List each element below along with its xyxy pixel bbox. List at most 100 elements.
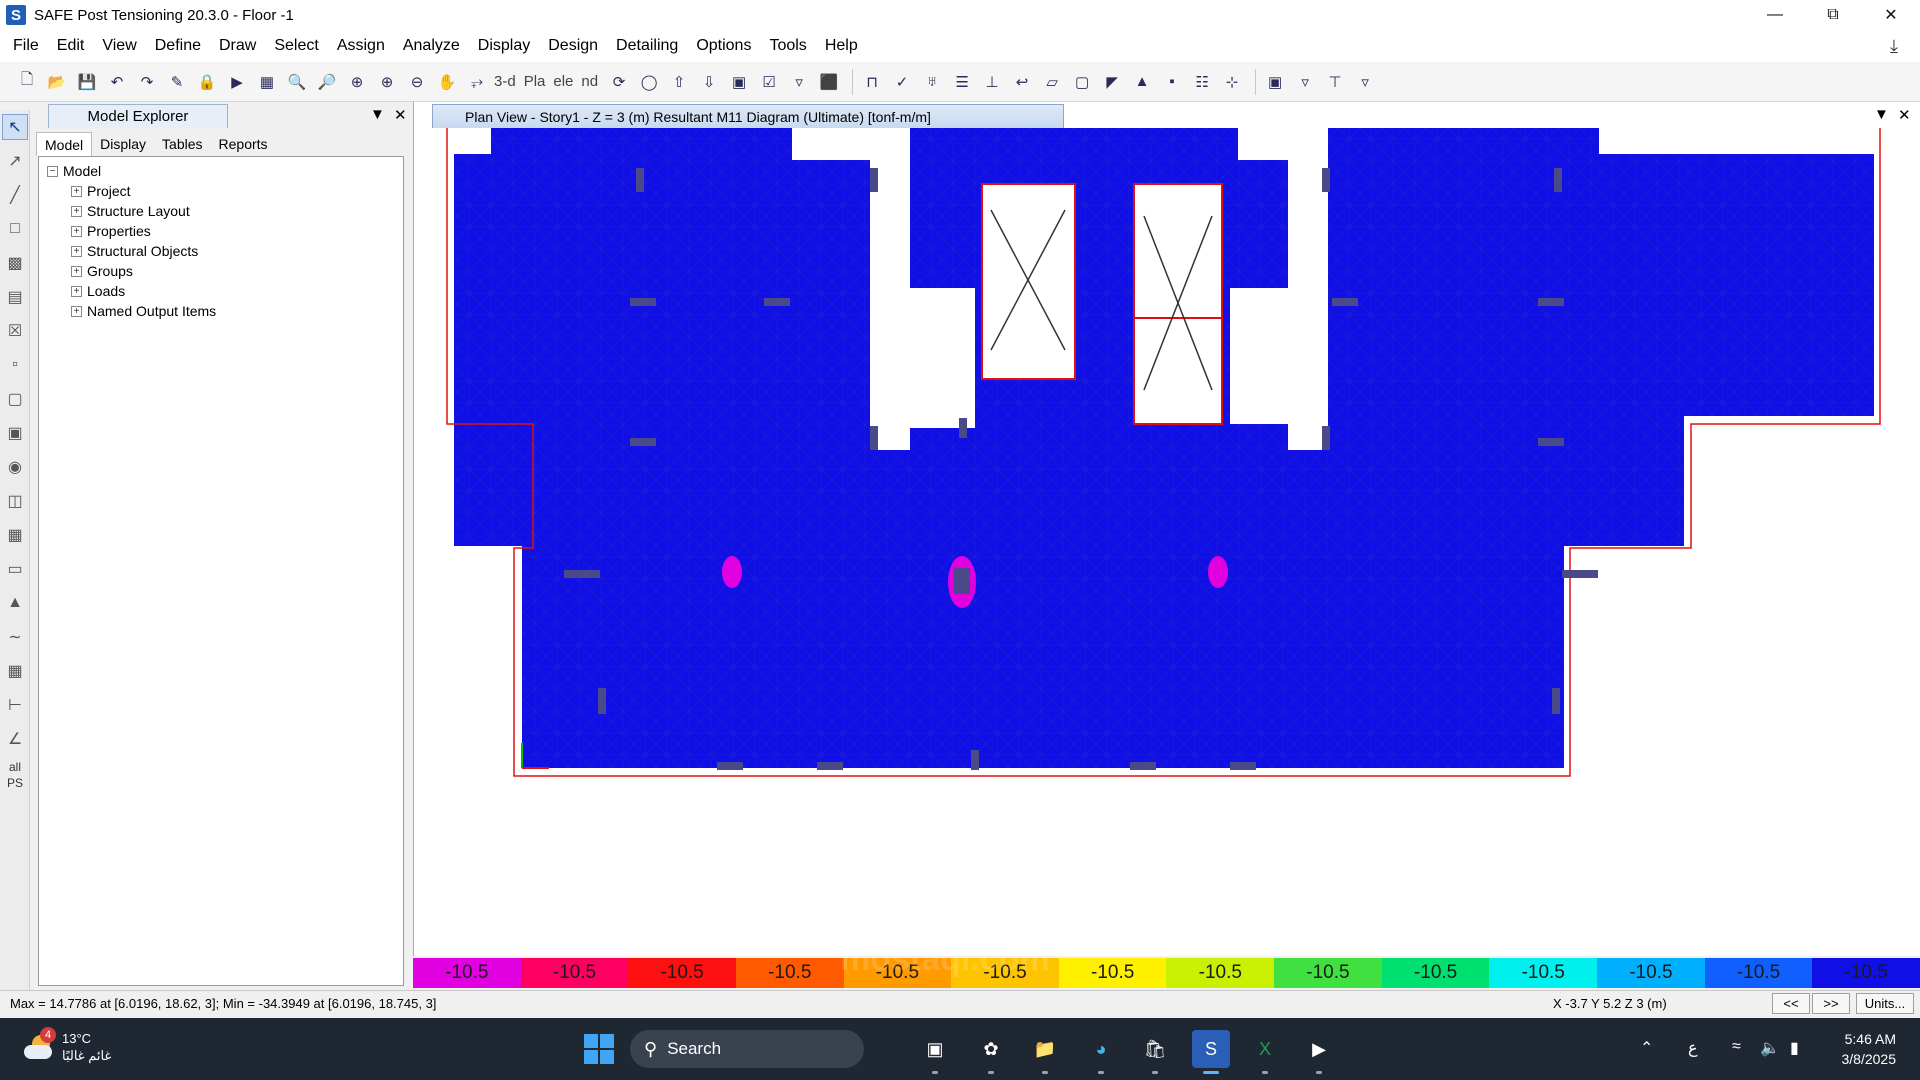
expand-icon[interactable]: + — [71, 265, 82, 277]
view-close-icon[interactable]: ✕ — [1898, 106, 1911, 124]
tab-reports[interactable]: Reports — [211, 132, 276, 156]
rotate-icon[interactable]: ⟳ — [606, 69, 632, 95]
copilot-icon[interactable]: ✿ — [972, 1030, 1010, 1074]
tree-node-structure-layout[interactable]: + Structure Layout — [47, 201, 403, 221]
menu-options[interactable]: Options — [687, 33, 760, 59]
expand-icon[interactable]: + — [71, 285, 82, 297]
menu-file[interactable]: File — [4, 33, 48, 59]
draw-opening-icon[interactable]: ☒ — [2, 318, 28, 344]
slab-stress-icon[interactable]: ▱ — [1039, 69, 1065, 95]
contour-icon[interactable]: ▢ — [1069, 69, 1095, 95]
beam-forces-icon[interactable]: ⊥ — [979, 69, 1005, 95]
input-language[interactable]: ع — [1688, 1038, 1698, 1058]
excel-icon[interactable]: X — [1246, 1030, 1284, 1074]
draw-support-icon[interactable]: ▲ — [2, 590, 28, 616]
crack-width-icon[interactable]: ▪ — [1159, 69, 1185, 95]
file-explorer-icon[interactable]: 📁 — [1026, 1030, 1064, 1074]
menu-display[interactable]: Display — [469, 33, 539, 59]
expand-icon[interactable]: + — [71, 245, 82, 257]
tab-model[interactable]: Model — [36, 132, 93, 156]
draw-drop-panel-icon[interactable]: ▣ — [2, 420, 28, 446]
reshape-icon[interactable]: ↗ — [2, 148, 28, 174]
expand-icon[interactable]: + — [71, 305, 82, 317]
zoom-previous-icon[interactable]: 🔎 — [314, 69, 340, 95]
windows-start-icon[interactable] — [584, 1034, 614, 1064]
wifi-icon[interactable]: ≈ — [1732, 1038, 1741, 1056]
menu-detailing[interactable]: Detailing — [607, 33, 687, 59]
set-display-options-icon[interactable]: ☑ — [756, 69, 782, 95]
plan-view-tab[interactable]: Plan View - Story1 - Z = 3 (m) Resultant… — [432, 104, 1064, 128]
tab-tables[interactable]: Tables — [154, 132, 210, 156]
tree-node-project[interactable]: + Project — [47, 181, 403, 201]
edge-browser-icon[interactable]: ◕ — [1082, 1030, 1120, 1074]
menu-edit[interactable]: Edit — [48, 33, 94, 59]
perspective-icon[interactable]: ◯ — [636, 69, 662, 95]
table-icon[interactable]: ▣ — [1262, 69, 1288, 95]
tree-node-properties[interactable]: + Properties — [47, 221, 403, 241]
zoom-restore-icon[interactable]: ⊕ — [344, 69, 370, 95]
strip-forces-icon[interactable]: ☰ — [949, 69, 975, 95]
pointer-icon[interactable]: ↖ — [2, 114, 28, 140]
display-dropdown-icon[interactable]: ▿ — [786, 69, 812, 95]
tendon-icon[interactable]: ◤ — [1099, 69, 1125, 95]
units-button[interactable]: Units... — [1856, 993, 1914, 1014]
drawing-canvas[interactable] — [414, 128, 1920, 956]
table-dropdown-icon[interactable]: ▿ — [1292, 69, 1318, 95]
menu-help[interactable]: Help — [816, 33, 867, 59]
save-icon[interactable]: 💾 — [74, 69, 100, 95]
run-analysis-icon[interactable]: ▶ — [224, 69, 250, 95]
show-hidden-icons-icon[interactable]: ⌃ — [1640, 1038, 1653, 1058]
next-button[interactable]: >> — [1812, 993, 1850, 1014]
soil-pressure-icon[interactable]: ▲ — [1129, 69, 1155, 95]
draw-design-strip-icon[interactable]: ▦ — [2, 522, 28, 548]
system-clock[interactable]: 5:46 AM 3/8/2025 — [1842, 1029, 1897, 1069]
design-check-icon[interactable]: ⊹ — [1219, 69, 1245, 95]
menu-view[interactable]: View — [93, 33, 145, 59]
draw-beam-icon[interactable]: □ — [2, 216, 28, 242]
menu-assign[interactable]: Assign — [328, 33, 394, 59]
tab-display[interactable]: Display — [92, 132, 154, 156]
volume-icon[interactable]: 🔈 — [1760, 1038, 1780, 1058]
display-icon[interactable]: ▦ — [254, 69, 280, 95]
draw-wall-icon[interactable]: ▤ — [2, 284, 28, 310]
tree-node-model[interactable]: − Model — [47, 161, 403, 181]
draw-tendon-icon[interactable]: ▭ — [2, 556, 28, 582]
collapse-icon[interactable]: − — [47, 165, 58, 177]
weather-widget[interactable]: 4 13°C غائم غالبًا — [22, 1027, 111, 1064]
draw-slab-icon[interactable]: ▫ — [2, 352, 28, 378]
minimize-button[interactable]: — — [1746, 0, 1804, 30]
zoom-in-icon[interactable]: ⊕ — [374, 69, 400, 95]
menu-analyze[interactable]: Analyze — [394, 33, 469, 59]
redo-icon[interactable]: ↷ — [134, 69, 160, 95]
menu-define[interactable]: Define — [146, 33, 210, 59]
tree-node-structural-objects[interactable]: + Structural Objects — [47, 241, 403, 261]
tree-node-named-output-items[interactable]: + Named Output Items — [47, 301, 403, 321]
draw-curve-icon[interactable]: ∼ — [2, 624, 28, 650]
safe-app-icon[interactable]: S — [1192, 1030, 1230, 1074]
expand-icon[interactable]: + — [71, 225, 82, 237]
draw-area-icon[interactable]: ▢ — [2, 386, 28, 412]
task-view-icon[interactable]: ▣ — [916, 1030, 954, 1074]
draw-frame-icon[interactable]: ⊓ — [859, 69, 885, 95]
tree-node-loads[interactable]: + Loads — [47, 281, 403, 301]
draw-strip-icon[interactable]: ◫ — [2, 488, 28, 514]
previous-button[interactable]: << — [1772, 993, 1810, 1014]
menu-design[interactable]: Design — [539, 33, 607, 59]
punching-icon[interactable]: ↩ — [1009, 69, 1035, 95]
explorer-dropdown-icon[interactable]: ▼ — [370, 106, 385, 123]
taskbar-search[interactable]: ⚲ Search — [630, 1030, 864, 1068]
pencil-icon[interactable]: ✎ — [164, 69, 190, 95]
lock-icon[interactable]: 🔒 — [194, 69, 220, 95]
draw-reference-icon[interactable]: ∠ — [2, 726, 28, 752]
expand-icon[interactable]: + — [71, 205, 82, 217]
select-all-button[interactable]: all — [2, 760, 28, 774]
view-dropdown-icon[interactable]: ▼ — [1874, 106, 1889, 123]
explorer-close-icon[interactable]: ✕ — [394, 106, 407, 124]
open-icon[interactable]: 📂 — [44, 69, 70, 95]
close-button[interactable]: ✕ — [1862, 0, 1920, 30]
draw-grid-icon[interactable]: ▦ — [2, 658, 28, 684]
restore-button[interactable]: ⧉ — [1804, 0, 1862, 30]
media-player-icon[interactable]: ▶ — [1300, 1030, 1338, 1074]
undo-icon[interactable]: ↶ — [104, 69, 130, 95]
tee-section-icon[interactable]: ⊤ — [1322, 69, 1348, 95]
